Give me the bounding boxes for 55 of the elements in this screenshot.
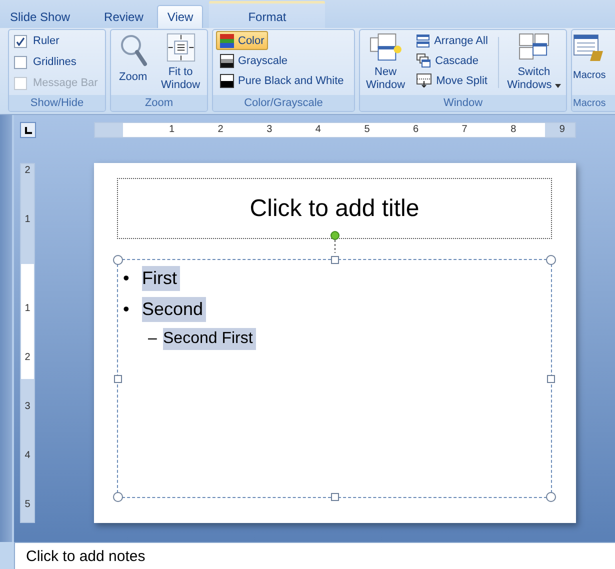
bullet-mark: •	[123, 299, 130, 320]
new-window-icon	[368, 33, 403, 62]
fit-window-icon	[164, 33, 197, 62]
dropdown-caret-icon	[554, 84, 561, 88]
ribbon-tab[interactable]: View	[157, 5, 204, 28]
ribbon-tab[interactable]: Review	[94, 5, 154, 28]
resize-handle[interactable]	[546, 492, 556, 502]
horizontal-ruler: 1 2 3 4 5 6 7 8 9	[94, 122, 576, 138]
macros-button[interactable]: Macros	[572, 31, 607, 94]
group-title: Macros	[572, 95, 615, 111]
left-tab-icon	[24, 126, 32, 134]
bullet-text: First	[142, 266, 180, 291]
macro-sheet-icon	[573, 33, 605, 63]
group-title: Window	[360, 95, 566, 111]
resize-handle[interactable]	[546, 255, 556, 265]
split-window-icon	[416, 73, 432, 88]
ribbon-tab[interactable]: Format	[209, 0, 326, 28]
bullet-mark: –	[148, 330, 158, 348]
group-title: Show/Hide	[9, 95, 105, 111]
resize-handle[interactable]	[547, 374, 555, 382]
fit-to-window-button[interactable]: Fit to Window	[157, 31, 204, 94]
grayscale-swatch-icon	[220, 54, 234, 68]
rotation-handle	[330, 231, 339, 253]
resize-handle[interactable]	[330, 493, 338, 501]
cascade-windows-icon	[416, 53, 432, 68]
tiled-windows-icon	[518, 33, 550, 60]
checkbox-option[interactable]: Gridlines	[12, 52, 98, 72]
notes-placeholder[interactable]: Click to add notes	[14, 542, 615, 569]
resize-handle[interactable]	[114, 374, 122, 382]
zoom-button[interactable]: Zoom	[117, 31, 150, 94]
vertical-ruler: 2 1 1 2 3 4 5	[20, 163, 35, 523]
window-command-button[interactable]: Move Split	[412, 71, 492, 90]
color-mode-button[interactable]: Grayscale	[216, 51, 292, 70]
stacked-windows-icon	[416, 34, 430, 48]
new-window-button[interactable]: New Window	[363, 31, 408, 94]
bullet-text: Second	[142, 297, 206, 322]
tab-stop-selector[interactable]	[20, 122, 36, 138]
checkbox-option[interactable]: Ruler	[12, 31, 98, 51]
ribbon-tab[interactable]: Slide Show	[0, 5, 80, 28]
color-mode-button[interactable]: Pure Black and White	[216, 71, 348, 90]
bullet-mark: •	[123, 268, 130, 289]
resize-handle[interactable]	[330, 256, 338, 264]
checkmark-icon	[16, 36, 25, 46]
resize-handle[interactable]	[113, 492, 123, 502]
window-command-button[interactable]: Arrange All	[412, 31, 492, 50]
switch-windows-button[interactable]: Switch Windows	[504, 31, 563, 94]
group-title: Color/Grayscale	[213, 95, 354, 111]
monochrome-swatch-icon	[220, 74, 234, 88]
bullet-text: Second First	[163, 328, 256, 350]
group-title: Zoom	[111, 95, 207, 111]
magnifier-icon	[119, 33, 148, 67]
color-mode-button[interactable]: Color	[216, 31, 268, 50]
window-command-button[interactable]: Cascade	[412, 51, 492, 70]
color-swatch-icon	[220, 34, 234, 48]
resize-handle[interactable]	[113, 255, 123, 265]
